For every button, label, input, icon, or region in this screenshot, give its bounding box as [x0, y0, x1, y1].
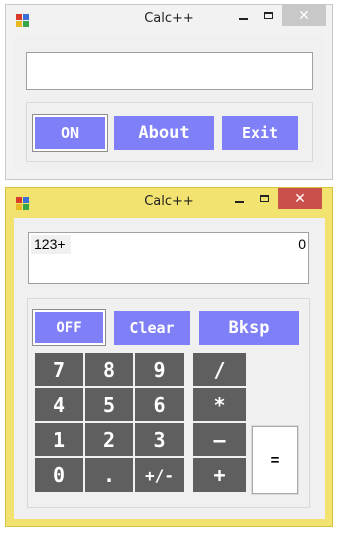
minimize-button[interactable]	[232, 5, 254, 26]
close-button[interactable]: ✕	[282, 5, 326, 26]
key-add-label: +	[213, 463, 226, 487]
key-5[interactable]: 5	[85, 388, 133, 421]
on-button[interactable]: ON	[32, 114, 108, 152]
close-icon: ✕	[298, 7, 310, 24]
calc-window-inactive: Calc++ ✕ ON About Exit	[5, 4, 333, 180]
maximize-icon	[259, 195, 269, 202]
key-8[interactable]: 8	[85, 353, 133, 386]
maximize-button[interactable]	[257, 5, 279, 26]
key-negate-label: +/-	[145, 465, 174, 485]
key-negate[interactable]: +/-	[135, 458, 184, 492]
clear-button[interactable]: Clear	[114, 311, 190, 345]
client-area: ON About Exit	[14, 36, 324, 170]
minimize-button[interactable]	[228, 188, 250, 209]
about-button-label: About	[138, 123, 190, 143]
key-0-label: 0	[52, 463, 66, 487]
close-icon: ✕	[294, 190, 306, 207]
key-6-label: 6	[153, 392, 166, 417]
maximize-button[interactable]	[253, 188, 275, 209]
key-subtract[interactable]: –	[193, 423, 246, 456]
close-button[interactable]: ✕	[278, 188, 322, 209]
key-divide[interactable]: /	[193, 353, 246, 386]
key-3-label: 3	[153, 427, 166, 452]
key-4[interactable]: 4	[35, 388, 83, 421]
key-1[interactable]: 1	[35, 423, 83, 456]
key-2[interactable]: 2	[85, 423, 133, 456]
equals-button-label: =	[270, 451, 280, 469]
key-2-label: 2	[102, 427, 116, 452]
maximize-icon	[263, 12, 273, 19]
key-0[interactable]: 0	[35, 458, 83, 492]
display-panel[interactable]: 123+ 0	[28, 232, 309, 284]
client-area: 123+ 0 OFF Clear Bksp 7 8 9 / 4 5 6 * 1 …	[14, 218, 325, 519]
key-7-label: 7	[52, 357, 66, 382]
key-3[interactable]: 3	[135, 423, 184, 456]
title-bar[interactable]: Calc++ ✕	[6, 188, 332, 218]
minimize-icon	[234, 200, 244, 203]
key-7[interactable]: 7	[35, 353, 83, 386]
calc-window-active: Calc++ ✕ 123+ 0 OFF Clear Bksp 7 8 9 / 4…	[5, 187, 333, 527]
backspace-button[interactable]: Bksp	[199, 311, 299, 345]
key-9-label: 9	[153, 357, 166, 382]
key-6[interactable]: 6	[135, 388, 184, 421]
key-multiply[interactable]: *	[193, 388, 246, 421]
off-button[interactable]: OFF	[32, 309, 106, 346]
key-add[interactable]: +	[193, 458, 246, 492]
display-field[interactable]	[26, 52, 313, 90]
clear-button-label: Clear	[129, 319, 175, 337]
minimize-icon	[238, 17, 248, 20]
key-multiply-label: *	[213, 392, 226, 417]
backspace-button-label: Bksp	[228, 318, 270, 338]
key-9[interactable]: 9	[135, 353, 184, 386]
key-4-label: 4	[52, 392, 66, 417]
title-bar[interactable]: Calc++ ✕	[6, 5, 332, 35]
key-8-label: 8	[102, 357, 116, 382]
off-button-label: OFF	[56, 319, 82, 336]
expression-label: 123+	[31, 235, 71, 254]
key-divide-label: /	[213, 357, 226, 382]
key-decimal[interactable]: .	[85, 458, 133, 492]
exit-button[interactable]: Exit	[222, 116, 298, 150]
equals-button[interactable]: =	[251, 425, 299, 495]
on-button-label: ON	[60, 124, 80, 142]
exit-button-label: Exit	[241, 124, 279, 142]
key-subtract-label: –	[213, 427, 226, 452]
result-label: 0	[298, 236, 306, 252]
key-decimal-label: .	[102, 463, 116, 487]
about-button[interactable]: About	[114, 116, 214, 150]
key-1-label: 1	[52, 427, 66, 452]
key-5-label: 5	[102, 392, 116, 417]
